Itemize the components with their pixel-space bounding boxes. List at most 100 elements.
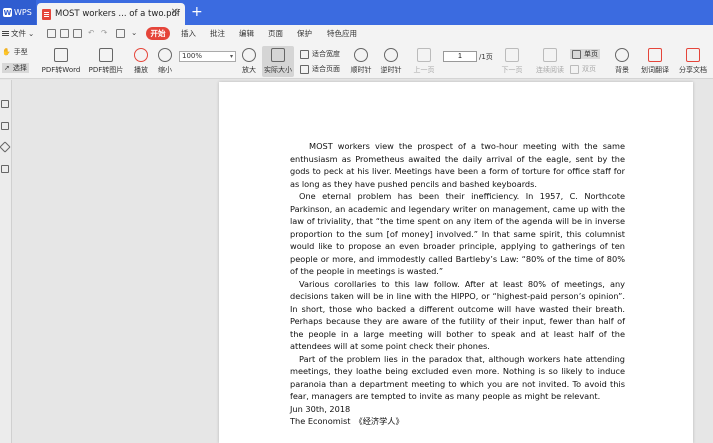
ribbon-toolbar: ✋ 手型 ➚ 选择 PDF转Word PDF转图片 播放 缩小 100% ▾ 放… [0,43,713,79]
tab-insert[interactable]: 插入 [181,28,196,39]
wps-home-label: WPS [14,8,32,17]
paragraph-3: Various corollaries to this law follow. … [290,278,625,352]
left-sidebar [0,80,12,443]
bookmark-icon[interactable] [1,122,9,130]
fit-page-label: 适合页面 [312,65,340,73]
hand-tool-label: 手型 [13,48,28,56]
translate-icon [648,48,662,62]
zoom-in-button[interactable]: 放大 [239,48,259,75]
pdf-to-image-icon [99,48,113,62]
chevron-down-icon: ⌄ [28,29,35,38]
rotate-counterclockwise-button[interactable]: 逆时针 [379,48,403,75]
translate-label: 划词翻译 [641,66,669,74]
share-icon [686,48,700,62]
print-icon[interactable] [73,29,82,38]
single-page-button[interactable]: 单页 [570,49,600,59]
single-page-icon [572,49,581,59]
page-total: /1页 [479,53,493,61]
fit-page-button[interactable]: 适合页面 [300,64,340,74]
pdf-to-word-button[interactable]: PDF转Word [40,48,82,75]
wps-logo-icon: W [3,8,12,17]
continuous-reading-icon [543,48,557,62]
paragraph-1: MOST workers view the prospect of a two-… [290,141,625,189]
thumbnail-icon[interactable] [1,100,9,108]
rotate-clockwise-label: 顺时针 [350,66,372,74]
cursor-icon: ➚ [4,64,10,72]
fit-width-button[interactable]: 适合宽度 [300,49,340,59]
next-page-button[interactable]: 下一页 [501,48,523,75]
hand-icon: ✋ [2,48,11,56]
arrow-left-icon [417,48,431,62]
fit-width-label: 适合宽度 [312,50,340,58]
save-icon[interactable] [60,29,69,38]
chevron-down-icon: ▾ [229,53,233,60]
actual-size-label: 实际大小 [264,66,292,74]
paragraph-4: Part of the problem lies in the paradox … [290,353,625,402]
page-number-input[interactable] [443,51,477,62]
select-tool-button[interactable]: ➚ 选择 [2,63,29,73]
moon-icon [615,48,629,62]
play-label: 播放 [134,66,148,74]
share-document-label: 分享文档 [679,66,707,74]
actual-size-button[interactable]: 实际大小 [262,46,294,77]
zoom-out-icon [158,48,172,62]
zoom-in-icon [242,48,256,62]
play-button[interactable]: 播放 [131,48,151,75]
next-page-label: 下一页 [501,66,523,74]
zoom-in-label: 放大 [242,66,256,74]
hamburger-icon [2,31,9,36]
background-button[interactable]: 背景 [611,48,633,75]
fit-width-icon [300,49,309,59]
translate-button[interactable]: 划词翻译 [639,48,671,75]
document-page: MOST workers view the prospect of a two-… [219,82,693,443]
continuous-reading-label: 连续阅读 [536,66,564,74]
zoom-select[interactable]: 100% ▾ [179,51,236,62]
tab-protect[interactable]: 保护 [297,28,312,39]
pdf-file-icon [42,8,51,20]
rotate-counterclockwise-label: 逆时针 [380,66,402,74]
tab-annotate[interactable]: 批注 [210,28,225,39]
menu-bar: 文件 ⌄ ↶ ↷ ⌄ 开始 插入 批注 编辑 页面 保护 特色应用 [0,25,713,43]
export-icon[interactable] [116,29,125,38]
pdf-to-word-icon [54,48,68,62]
tab-start[interactable]: 开始 [146,27,170,40]
wps-home-tab[interactable]: W WPS [0,0,36,25]
document-tab-title: MOST workers ... of a two.pdf [55,9,180,19]
zoom-out-button[interactable]: 缩小 [155,48,175,75]
open-icon[interactable] [47,29,56,38]
rotate-counterclockwise-icon [384,48,398,62]
double-page-icon [570,64,579,74]
previous-page-label: 上一页 [413,66,435,74]
tab-page[interactable]: 页面 [268,28,283,39]
previous-page-button[interactable]: 上一页 [413,48,435,75]
quick-access-dropdown-icon[interactable]: ⌄ [131,28,137,37]
pdf-to-image-button[interactable]: PDF转图片 [87,48,125,75]
file-menu-label: 文件 [11,29,26,38]
rotate-clockwise-button[interactable]: 顺时针 [349,48,373,75]
undo-icon[interactable]: ↶ [88,28,94,37]
tab-special[interactable]: 特色应用 [327,28,357,39]
hand-tool-button[interactable]: ✋ 手型 [2,47,28,57]
arrow-right-icon [505,48,519,62]
new-tab-button[interactable]: + [191,4,203,20]
close-tab-icon[interactable]: ✕ [171,7,179,18]
paragraph-2: One eternal problem has been their ineff… [290,191,625,276]
pdf-to-word-label: PDF转Word [41,66,81,74]
annotation-icon[interactable] [1,165,9,173]
document-tab[interactable]: MOST workers ... of a two.pdf ✕ [37,3,185,25]
double-page-label: 双页 [582,65,596,73]
actual-size-icon [271,48,285,62]
pdf-to-image-label: PDF转图片 [88,66,124,74]
continuous-reading-button[interactable]: 连续阅读 [534,48,566,75]
zoom-out-label: 缩小 [158,66,172,74]
article-source: The Economist 《经济学人》 [290,416,404,426]
redo-icon[interactable]: ↷ [101,28,107,37]
tab-edit[interactable]: 编辑 [239,28,254,39]
double-page-button[interactable]: 双页 [570,64,596,74]
select-tool-label: 选择 [12,64,27,72]
document-text: MOST workers view the prospect of a two-… [290,140,625,428]
share-document-button[interactable]: 分享文档 [677,48,709,75]
single-page-label: 单页 [584,50,598,58]
file-menu[interactable]: 文件 ⌄ [2,28,34,39]
tag-icon[interactable] [0,141,11,153]
